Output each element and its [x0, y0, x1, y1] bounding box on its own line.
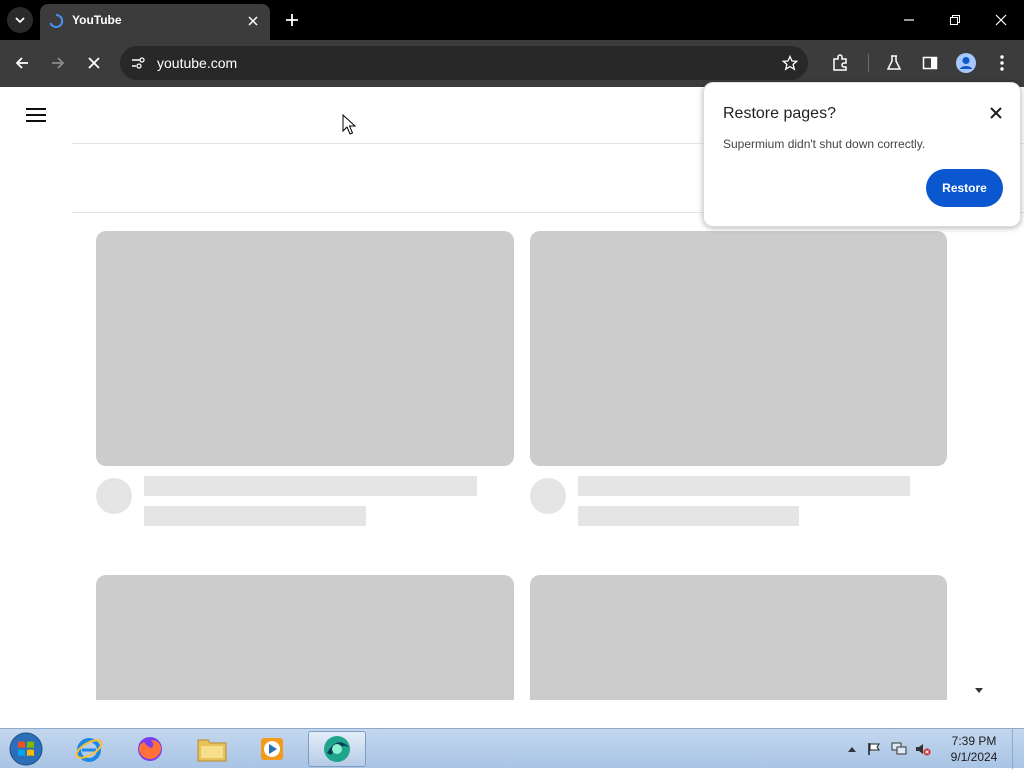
new-tab-button[interactable] — [282, 10, 302, 30]
start-button[interactable] — [6, 730, 46, 768]
bookmark-button[interactable] — [780, 53, 800, 73]
chevron-up-icon — [848, 747, 856, 752]
forward-button[interactable] — [46, 51, 70, 75]
plus-icon — [286, 14, 298, 26]
labs-button[interactable] — [882, 51, 906, 75]
volume-muted-icon — [916, 744, 931, 756]
restore-pages-dialog: Restore pages? Supermium didn't shut dow… — [703, 82, 1021, 227]
close-icon — [990, 107, 1002, 119]
windows-logo-icon — [9, 732, 43, 766]
extensions-button[interactable] — [828, 51, 852, 75]
dialog-message: Supermium didn't shut down correctly. — [723, 137, 926, 151]
flag-icon — [868, 743, 880, 755]
media-player-icon — [261, 738, 283, 760]
labs-icon — [886, 55, 902, 70]
dialog-title: Restore pages? — [723, 105, 836, 122]
back-icon — [15, 57, 28, 69]
tab-close-button[interactable] — [244, 12, 262, 30]
taskbar-file-explorer[interactable] — [183, 731, 241, 767]
show-hidden-icons-button[interactable] — [844, 741, 860, 757]
url-text: youtube.com — [157, 55, 238, 71]
title-skeleton — [578, 476, 910, 496]
close-window-button[interactable] — [989, 8, 1013, 32]
site-info-icon — [132, 57, 145, 69]
profile-button[interactable] — [954, 51, 978, 75]
supermium-icon — [324, 736, 350, 762]
clock-date: 9/1/2024 — [950, 750, 998, 764]
title-skeleton — [144, 476, 477, 496]
windows-taskbar: 7:39 PM 9/1/2024 — [0, 728, 1024, 769]
action-center-button[interactable] — [866, 741, 882, 757]
star-icon — [782, 55, 798, 71]
stop-icon — [88, 57, 100, 69]
clock-time: 7:39 PM — [951, 734, 997, 748]
profile-icon — [956, 53, 976, 73]
tab-strip: YouTube — [0, 0, 1024, 40]
back-button[interactable] — [10, 51, 34, 75]
side-panel-button[interactable] — [918, 51, 942, 75]
tab-youtube[interactable]: YouTube — [40, 4, 270, 40]
stop-button[interactable] — [82, 51, 106, 75]
menu-icon — [1000, 55, 1004, 71]
meta-skeleton — [144, 506, 366, 526]
meta-skeleton — [578, 506, 799, 526]
side-panel-icon — [922, 56, 938, 70]
loading-spinner-icon — [49, 13, 64, 28]
mouse-cursor-icon — [342, 114, 356, 135]
close-icon — [995, 14, 1007, 26]
address-bar[interactable]: youtube.com — [120, 46, 808, 80]
scroll-down-arrow[interactable] — [975, 688, 983, 693]
taskbar-media-player[interactable] — [243, 731, 301, 767]
taskbar-firefox[interactable] — [121, 731, 179, 767]
volume-button[interactable] — [915, 741, 931, 757]
firefox-icon — [138, 737, 162, 761]
maximize-button[interactable] — [943, 8, 967, 32]
browser-toolbar: youtube.com — [0, 40, 1024, 87]
site-info-button[interactable] — [128, 53, 148, 73]
chevron-down-icon — [15, 17, 25, 24]
video-thumbnail-skeleton — [530, 575, 947, 700]
toolbar-separator — [868, 54, 869, 72]
guide-menu-button[interactable] — [26, 107, 46, 123]
restore-button[interactable]: Restore — [926, 169, 1003, 207]
video-thumbnail-skeleton — [96, 575, 514, 700]
channel-avatar-skeleton — [530, 478, 566, 514]
extensions-icon — [833, 54, 847, 71]
forward-icon — [52, 57, 65, 69]
taskbar-supermium[interactable] — [308, 731, 366, 767]
browser-menu-button[interactable] — [990, 51, 1014, 75]
file-explorer-icon — [197, 739, 227, 762]
channel-avatar-skeleton — [96, 478, 132, 514]
show-desktop-button[interactable] — [1012, 729, 1024, 769]
tab-title: YouTube — [72, 13, 122, 27]
taskbar-internet-explorer[interactable] — [60, 731, 118, 767]
internet-explorer-icon — [75, 738, 103, 762]
network-icon — [891, 742, 907, 755]
network-button[interactable] — [891, 741, 907, 757]
video-thumbnail-skeleton — [96, 231, 514, 466]
minimize-icon — [904, 19, 914, 21]
dialog-close-button[interactable] — [988, 105, 1004, 121]
tab-search-button[interactable] — [7, 7, 33, 33]
system-clock[interactable]: 7:39 PM 9/1/2024 — [944, 733, 1004, 765]
close-icon — [248, 16, 258, 26]
video-thumbnail-skeleton — [530, 231, 947, 466]
restore-window-icon — [950, 15, 960, 25]
minimize-button[interactable] — [897, 8, 921, 32]
